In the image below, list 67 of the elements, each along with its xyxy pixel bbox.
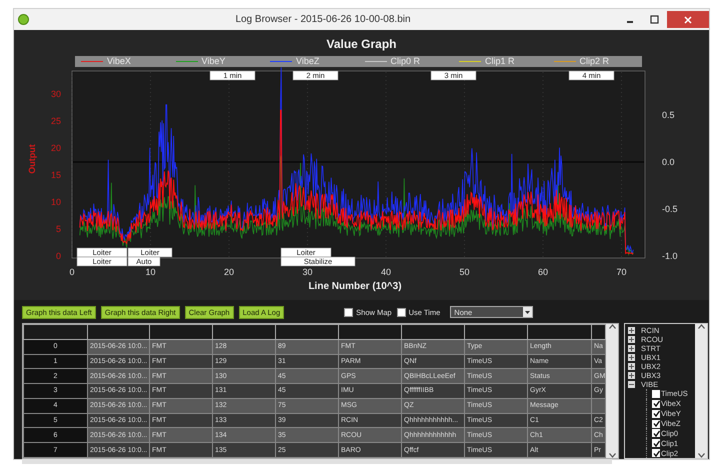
axis-title: Line Number (10^3) xyxy=(308,281,402,292)
collapse-icon[interactable] xyxy=(628,381,635,388)
column-header[interactable] xyxy=(276,324,338,340)
legend-label: Clip0 R xyxy=(390,56,420,67)
legend-label: Clip2 R xyxy=(580,56,610,67)
axis-tick-label: -1.0 xyxy=(662,251,678,261)
checkbox[interactable] xyxy=(652,410,660,418)
axis-tick-label: -0.5 xyxy=(662,204,678,214)
maximize-icon xyxy=(650,15,658,24)
axis-tick-label: 0.5 xyxy=(662,110,675,120)
scroll-down-icon[interactable] xyxy=(608,453,616,458)
scrollbar[interactable] xyxy=(695,324,707,458)
axis-tick-label: 50 xyxy=(460,267,470,277)
checkbox[interactable] xyxy=(652,400,660,408)
axis-tick-label: 70 xyxy=(616,267,626,277)
close-button[interactable] xyxy=(667,11,709,28)
axis-tick-label: 15 xyxy=(50,170,61,180)
axis-tick-label: 30 xyxy=(302,267,312,277)
expand-icon[interactable] xyxy=(628,354,635,361)
expand-icon[interactable] xyxy=(628,327,635,334)
graph-title: Value Graph xyxy=(326,37,397,51)
window-title: Log Browser - 2015-06-26 10-00-08.bin xyxy=(234,14,412,25)
legend-label: VibeZ xyxy=(296,56,320,67)
column-header[interactable] xyxy=(150,324,212,340)
expand-icon[interactable] xyxy=(628,372,635,379)
scroll-up-icon[interactable] xyxy=(608,324,616,329)
axis-tick-label: 40 xyxy=(381,267,391,277)
axis-tick-label: 0 xyxy=(56,251,61,261)
app-icon xyxy=(18,14,29,25)
checkbox[interactable] xyxy=(652,449,660,458)
checkbox[interactable] xyxy=(652,390,660,398)
caret-icon xyxy=(523,307,532,317)
column-header[interactable] xyxy=(24,324,88,340)
column-header[interactable] xyxy=(402,324,464,340)
column-header[interactable] xyxy=(592,324,606,340)
axis-tick-label: 60 xyxy=(538,267,548,277)
scrollbar[interactable] xyxy=(606,324,618,458)
column-header[interactable] xyxy=(88,324,150,340)
axis-tick-label: 0.0 xyxy=(662,157,675,167)
axis-tick-label: 20 xyxy=(224,267,234,277)
legend-label: VibeY xyxy=(202,56,226,67)
checkbox[interactable] xyxy=(652,439,660,448)
axis-tick-label: 10 xyxy=(146,267,156,277)
column-header[interactable] xyxy=(528,324,592,340)
column-header[interactable] xyxy=(338,324,402,340)
scrollbar[interactable] xyxy=(22,459,612,464)
axis-tick-label: 5 xyxy=(56,224,61,234)
axis-tick-label: 20 xyxy=(50,143,61,153)
axis-title: Output xyxy=(27,144,37,174)
column-header[interactable] xyxy=(464,324,528,340)
expand-icon[interactable] xyxy=(628,336,635,343)
axis-tick-label: 10 xyxy=(50,197,61,207)
legend-label: VibeX xyxy=(107,56,131,67)
checkbox[interactable] xyxy=(396,308,406,316)
scroll-up-icon[interactable] xyxy=(698,324,704,329)
checkbox[interactable] xyxy=(344,308,354,316)
checkbox[interactable] xyxy=(652,429,660,438)
legend-label: Clip1 R xyxy=(485,56,515,67)
expand-icon[interactable] xyxy=(628,345,635,352)
checkbox[interactable] xyxy=(652,420,660,428)
axis-tick-label: 30 xyxy=(50,89,61,99)
expand-icon[interactable] xyxy=(628,363,635,370)
close-icon xyxy=(684,16,692,24)
scroll-down-icon[interactable] xyxy=(698,453,704,458)
column-header[interactable] xyxy=(212,324,276,340)
axis-tick-label: 0 xyxy=(70,267,74,277)
axis-tick-label: 25 xyxy=(50,116,61,126)
